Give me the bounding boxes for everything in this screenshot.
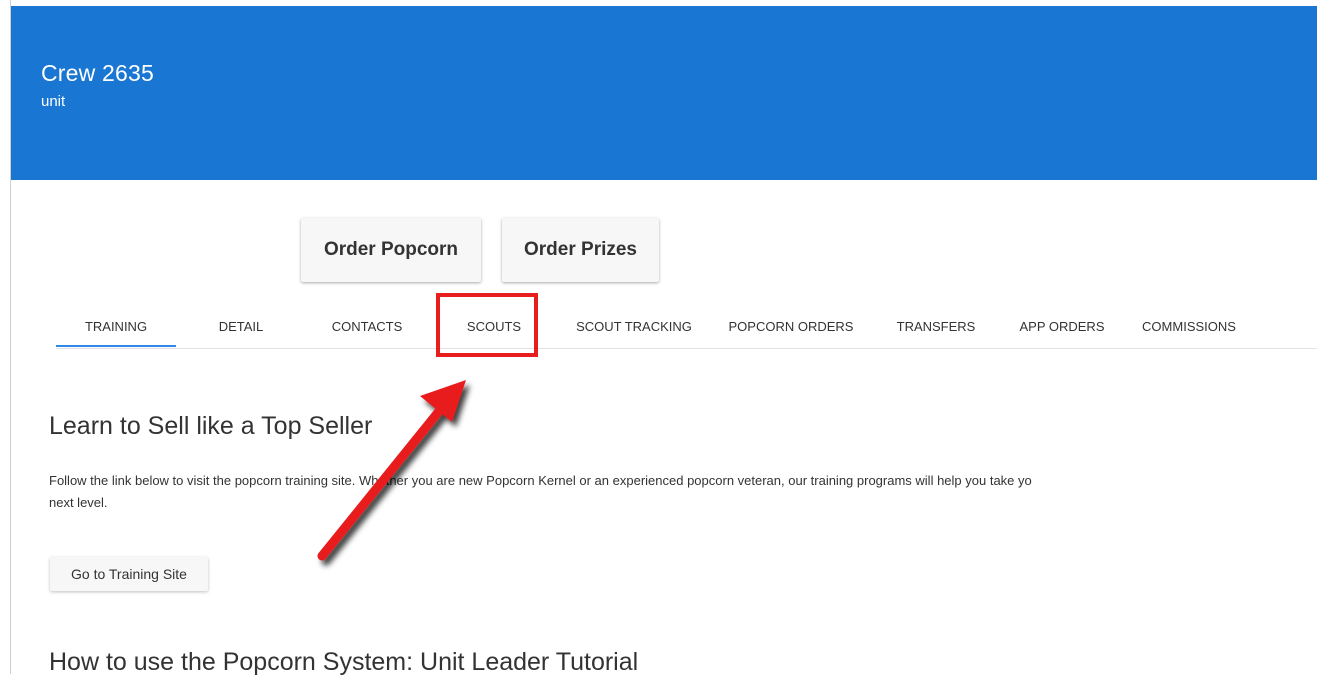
tab-commissions[interactable]: COMMISSIONS	[1130, 306, 1248, 346]
left-border	[0, 0, 11, 674]
tab-bar: TRAINING DETAIL CONTACTS SCOUTS SCOUT TR…	[56, 306, 1317, 349]
tab-transfers[interactable]: TRANSFERS	[882, 306, 990, 346]
unit-header: Crew 2635 unit	[11, 6, 1317, 180]
tutorial-section-title: How to use the Popcorn System: Unit Lead…	[49, 648, 639, 676]
go-to-training-site-button[interactable]: Go to Training Site	[50, 557, 208, 591]
arrow-shape	[317, 380, 466, 561]
tab-scout-tracking[interactable]: SCOUT TRACKING	[564, 306, 704, 346]
training-description-line1: Follow the link below to visit the popco…	[49, 473, 1032, 488]
order-popcorn-button[interactable]: Order Popcorn	[301, 218, 481, 282]
tab-training[interactable]: TRAINING	[56, 306, 176, 347]
tab-contacts[interactable]: CONTACTS	[316, 306, 418, 346]
training-description: Follow the link below to visit the popco…	[49, 470, 1317, 514]
tab-app-orders[interactable]: APP ORDERS	[1006, 306, 1118, 346]
tab-detail[interactable]: DETAIL	[206, 306, 276, 346]
unit-subtitle: unit	[41, 93, 66, 110]
order-prizes-button[interactable]: Order Prizes	[502, 218, 659, 282]
tab-popcorn-orders[interactable]: POPCORN ORDERS	[718, 306, 864, 346]
scouts-highlight-box	[436, 293, 538, 357]
training-section-title: Learn to Sell like a Top Seller	[49, 412, 373, 440]
unit-title: Crew 2635	[41, 60, 155, 86]
training-description-line2: next level.	[49, 495, 108, 510]
